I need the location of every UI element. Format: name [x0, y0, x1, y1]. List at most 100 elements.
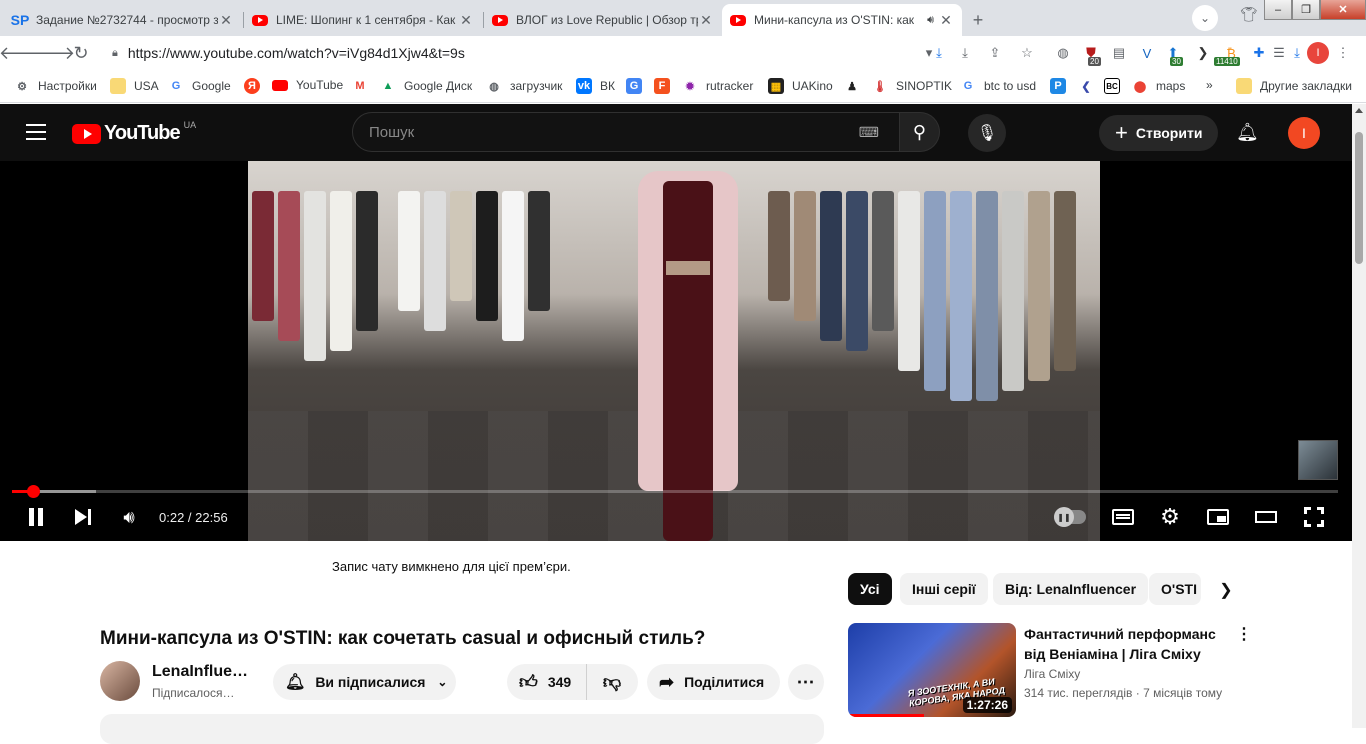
recommended-video-title[interactable]: Фантастичний перформанс від Веніаміна | … — [1024, 624, 1224, 664]
bookmark-downloader[interactable]: ◍ загрузчик — [486, 78, 562, 94]
recommended-video-thumbnail[interactable]: Я ЗООТЕХНІК, А ВИ КОРОВА, ЯКА НАРОД 1:27… — [848, 623, 1016, 717]
bookmark-usa[interactable]: USA — [110, 78, 159, 94]
account-avatar[interactable]: I — [1288, 117, 1320, 149]
miniplayer-button[interactable] — [1206, 504, 1230, 530]
bookmark-chess[interactable]: ♟ — [844, 78, 868, 94]
minimize-icon[interactable]: – — [1264, 0, 1292, 20]
create-button[interactable]: + Створити — [1099, 115, 1219, 151]
browser-tab-active[interactable]: Мини-капсула из O'STIN: как 🔊︎ ✕ — [722, 4, 962, 36]
globe-extension-icon[interactable]: ◍ — [1054, 44, 1072, 62]
scroll-up-arrow-icon[interactable] — [1355, 108, 1363, 113]
downloads-icon[interactable]: ⤓ — [1288, 44, 1306, 62]
autoplay-toggle[interactable]: ❚❚ — [1053, 504, 1087, 530]
more-actions-button[interactable]: ⋯ — [788, 664, 824, 700]
chevron-right-icon[interactable]: ❯ — [1214, 578, 1238, 602]
recommended-more-icon[interactable]: ⋮ — [1236, 624, 1252, 644]
bookmark-maps[interactable]: ⬤ maps — [1132, 78, 1186, 94]
search-button[interactable]: ⚲ — [900, 112, 940, 152]
bookmark-sinoptik[interactable]: 🌡︎ SINOPTIK — [872, 78, 952, 94]
bookmark-uakino[interactable]: ▦ UAKino — [768, 78, 833, 94]
lock-icon[interactable]: 🔒︎ — [112, 47, 118, 60]
voice-search-mic-icon[interactable]: 🎙︎ — [968, 114, 1006, 152]
bookmark-p[interactable]: P — [1050, 78, 1074, 94]
bookmark-btc-to-usd[interactable]: Gbtc to usd — [960, 78, 1036, 94]
reading-list-icon[interactable]: ☰ — [1270, 44, 1288, 62]
extension-mail-icon[interactable]: ▤ — [1110, 44, 1128, 62]
browser-tab-3[interactable]: ВЛОГ из Love Republic | Обзор тр ✕ — [484, 4, 722, 36]
settings-gear-icon[interactable]: ⚙ — [1158, 504, 1182, 530]
chip-other-series[interactable]: Інші серії — [900, 573, 988, 605]
chrome-menu-icon[interactable]: ⋮ — [1334, 44, 1352, 62]
bookmark-settings[interactable]: ⚙ Настройки — [14, 78, 97, 94]
keyboard-icon[interactable]: ⌨ — [859, 124, 879, 141]
bookmark-other-bookmarks[interactable]: Другие закладки — [1236, 78, 1352, 94]
chrome-profile-avatar[interactable]: I — [1307, 42, 1329, 64]
forward-arrow-icon[interactable]: 🡒 — [27, 42, 75, 64]
address-bar[interactable]: 🔒︎ https://www.youtube.com/watch?v=iVg84… — [100, 40, 1050, 66]
save-page-icon[interactable]: ⤓ — [956, 44, 974, 62]
close-tab-icon[interactable]: ✕ — [458, 12, 474, 29]
progress-bar[interactable] — [12, 485, 1338, 498]
bookmark-translate[interactable]: G — [626, 78, 650, 94]
new-tab-button[interactable]: + — [966, 8, 990, 32]
bookmark-feedly[interactable]: F — [654, 78, 678, 94]
youtube-logo[interactable]: YouTube UA — [72, 120, 196, 145]
bookmark-gmail[interactable]: M — [352, 78, 376, 94]
chip-all[interactable]: Усі — [848, 573, 892, 605]
channel-watermark[interactable] — [1298, 440, 1338, 480]
subscribed-button[interactable]: 🔔︎ Ви підписалися ⌄ — [273, 664, 456, 700]
bookmark-yandex[interactable]: Я — [244, 78, 268, 94]
chip-from-channel[interactable]: Від: LenaInfluencer — [993, 573, 1149, 605]
download-install-icon[interactable]: ⤓ — [930, 44, 948, 62]
scrollbar-thumb[interactable] — [1355, 132, 1363, 264]
volume-icon[interactable]: 🔊︎ — [118, 504, 140, 530]
fullscreen-button[interactable] — [1302, 504, 1326, 530]
notifications-bell-icon[interactable]: 🔔︎ — [1236, 122, 1259, 144]
bookmark-arrow[interactable]: ❮ — [1078, 78, 1102, 94]
page-scrollbar[interactable] — [1352, 104, 1366, 728]
extension-v-icon[interactable]: V — [1138, 44, 1156, 62]
channel-name[interactable]: LenaInflue… — [152, 663, 248, 681]
bookmark-vk[interactable]: vk ВК — [576, 78, 615, 94]
bookmarks-overflow-icon[interactable]: » — [1206, 78, 1213, 92]
chip-ostin[interactable]: O'STI — [1149, 573, 1201, 605]
channel-avatar[interactable] — [100, 661, 140, 701]
scrubber-handle[interactable] — [27, 485, 41, 498]
window-close-icon[interactable]: ✕ — [1320, 0, 1366, 20]
video-player[interactable]: 🔊︎ 0:22 / 22:56 ❚❚ ⚙ — [0, 161, 1352, 541]
pause-button[interactable] — [26, 504, 46, 530]
browser-tab-1[interactable]: SP Задание №2732744 - просмотр з ✕ — [4, 4, 242, 36]
search-box[interactable]: Пошук ⌨ — [352, 112, 900, 152]
bookmark-star-icon[interactable]: ☆ — [1018, 44, 1036, 62]
bookmark-youtube[interactable]: YouTube — [272, 78, 343, 92]
subtitles-button[interactable] — [1111, 504, 1135, 530]
theater-mode-button[interactable] — [1254, 504, 1278, 530]
dislike-button[interactable]: 👎︎ — [587, 671, 637, 693]
browser-tab-2[interactable]: LIME: Шопинг к 1 сентября - Как ✕ — [244, 4, 482, 36]
search-input[interactable]: Пошук — [369, 124, 859, 141]
hamburger-menu-icon[interactable] — [26, 124, 46, 140]
audio-playing-icon[interactable]: 🔊︎ — [927, 14, 934, 27]
extension-terminal-icon[interactable]: ❯ — [1194, 44, 1212, 62]
share-button[interactable]: ➦ Поділитися — [647, 664, 780, 700]
description-box[interactable] — [100, 714, 824, 744]
reload-icon[interactable]: ↻ — [70, 42, 92, 64]
bookmark-bc[interactable]: BC — [1104, 78, 1128, 94]
close-tab-icon[interactable]: ✕ — [218, 12, 234, 29]
close-tab-icon[interactable]: ✕ — [938, 12, 954, 29]
address-url[interactable]: https://www.youtube.com/watch?v=iVg84d1X… — [128, 45, 465, 61]
customize-chrome-icon[interactable]: 👕︎ — [1240, 6, 1258, 23]
bookmark-google-drive[interactable]: ▲ Google Диск — [380, 78, 473, 94]
next-video-button[interactable] — [72, 504, 94, 530]
bookmark-google[interactable]: G Google — [168, 78, 231, 94]
bookmark-rutracker[interactable]: ✹ rutracker — [682, 78, 753, 94]
share-page-icon[interactable]: ⇪ — [986, 44, 1004, 62]
browser-tab-title: LIME: Шопинг к 1 сентября - Как — [276, 13, 456, 27]
tab-search-icon[interactable]: ⌄ — [1192, 5, 1218, 31]
close-tab-icon[interactable]: ✕ — [698, 12, 714, 29]
maximize-icon[interactable]: ❐ — [1292, 0, 1320, 20]
video-frame[interactable] — [248, 161, 1100, 541]
like-button[interactable]: 👍︎ 349 — [507, 664, 587, 700]
extensions-puzzle-icon[interactable]: ✚ — [1250, 44, 1268, 62]
recommended-channel-name[interactable]: Ліга Сміху — [1024, 667, 1080, 681]
